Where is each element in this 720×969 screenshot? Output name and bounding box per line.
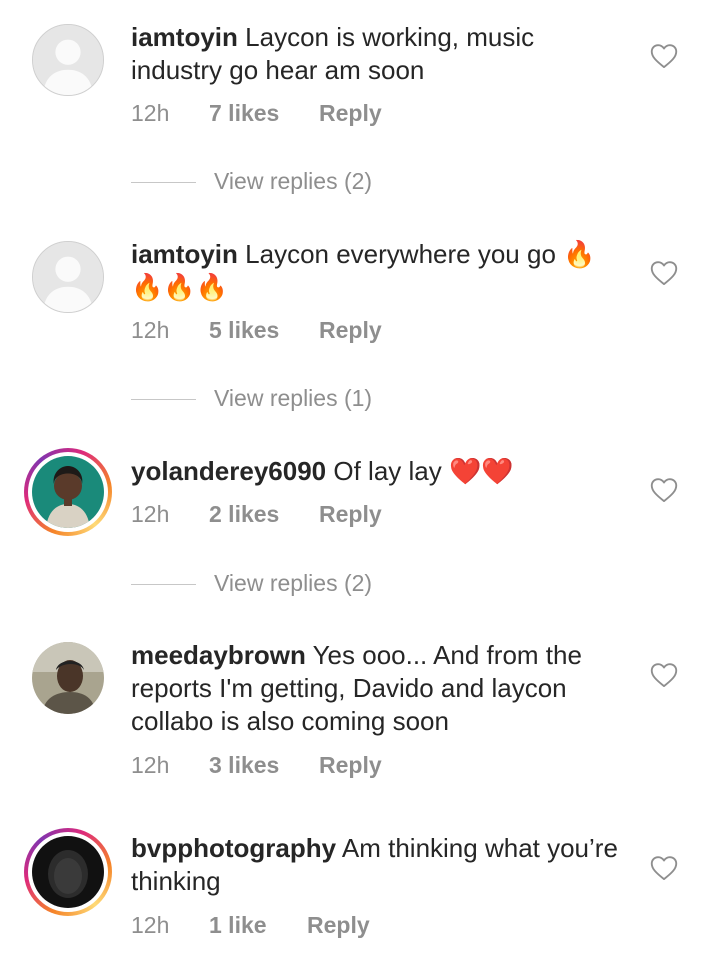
comment-meta: 12h 2 likes Reply (131, 501, 382, 528)
comment-username[interactable]: bvpphotography (131, 833, 336, 863)
comment-time: 12h (131, 501, 170, 527)
profile-photo (32, 836, 104, 908)
view-replies-label: View replies (1) (214, 385, 373, 411)
comment-likes[interactable]: 3 likes (209, 752, 319, 779)
comment-text: yolanderey6090 Of lay lay ❤️❤️ (131, 455, 621, 488)
comment-likes[interactable]: 5 likes (209, 317, 319, 344)
comment-meta: 12h 3 likes Reply (131, 752, 382, 779)
view-replies-button[interactable]: View replies (1) (131, 385, 431, 415)
heart-outline-icon[interactable] (650, 477, 678, 503)
reply-button[interactable]: Reply (319, 100, 382, 127)
avatar[interactable] (32, 24, 104, 96)
comment-username[interactable]: yolanderey6090 (131, 456, 326, 486)
comment-meta: 12h 7 likes Reply (131, 100, 382, 127)
comment-username[interactable]: iamtoyin (131, 22, 238, 52)
comment-text: iamtoyin Laycon is working, music indust… (131, 21, 621, 87)
comment-likes[interactable]: 1 like (209, 912, 307, 939)
comment-likes[interactable]: 7 likes (209, 100, 319, 127)
avatar[interactable] (32, 241, 104, 313)
reply-button[interactable]: Reply (319, 501, 382, 528)
divider (131, 584, 196, 585)
reply-button[interactable]: Reply (319, 752, 382, 779)
comment-likes[interactable]: 2 likes (209, 501, 319, 528)
avatar[interactable] (32, 642, 104, 714)
comment-meta: 12h 1 like Reply (131, 912, 370, 939)
avatar[interactable] (24, 448, 112, 536)
divider (131, 399, 196, 400)
person-silhouette-icon (33, 242, 103, 312)
comment-text: bvpphotography Am thinking what you’re t… (131, 832, 621, 898)
comment-time: 12h (131, 912, 170, 938)
person-silhouette-icon (33, 25, 103, 95)
comment-time: 12h (131, 317, 170, 343)
view-replies-button[interactable]: View replies (2) (131, 168, 431, 198)
heart-outline-icon[interactable] (650, 662, 678, 688)
comment-text: iamtoyin Laycon everywhere you go 🔥🔥🔥🔥 (131, 238, 621, 304)
comment-time: 12h (131, 752, 170, 778)
view-replies-button[interactable]: View replies (2) (131, 570, 431, 600)
view-replies-label: View replies (2) (214, 570, 373, 596)
comment-text: meedaybrown Yes ooo... And from the repo… (131, 639, 621, 738)
comment-meta: 12h 5 likes Reply (131, 317, 382, 344)
heart-outline-icon[interactable] (650, 855, 678, 881)
avatar[interactable] (24, 828, 112, 916)
comment-username[interactable]: meedaybrown (131, 640, 306, 670)
profile-photo (32, 642, 104, 714)
reply-button[interactable]: Reply (319, 317, 382, 344)
comment-body: Of lay lay ❤️❤️ (333, 456, 514, 486)
heart-outline-icon[interactable] (650, 43, 678, 69)
reply-button[interactable]: Reply (307, 912, 370, 939)
comment-time: 12h (131, 100, 170, 126)
profile-photo (32, 456, 104, 528)
view-replies-label: View replies (2) (214, 168, 373, 194)
heart-outline-icon[interactable] (650, 260, 678, 286)
comment-username[interactable]: iamtoyin (131, 239, 238, 269)
divider (131, 182, 196, 183)
